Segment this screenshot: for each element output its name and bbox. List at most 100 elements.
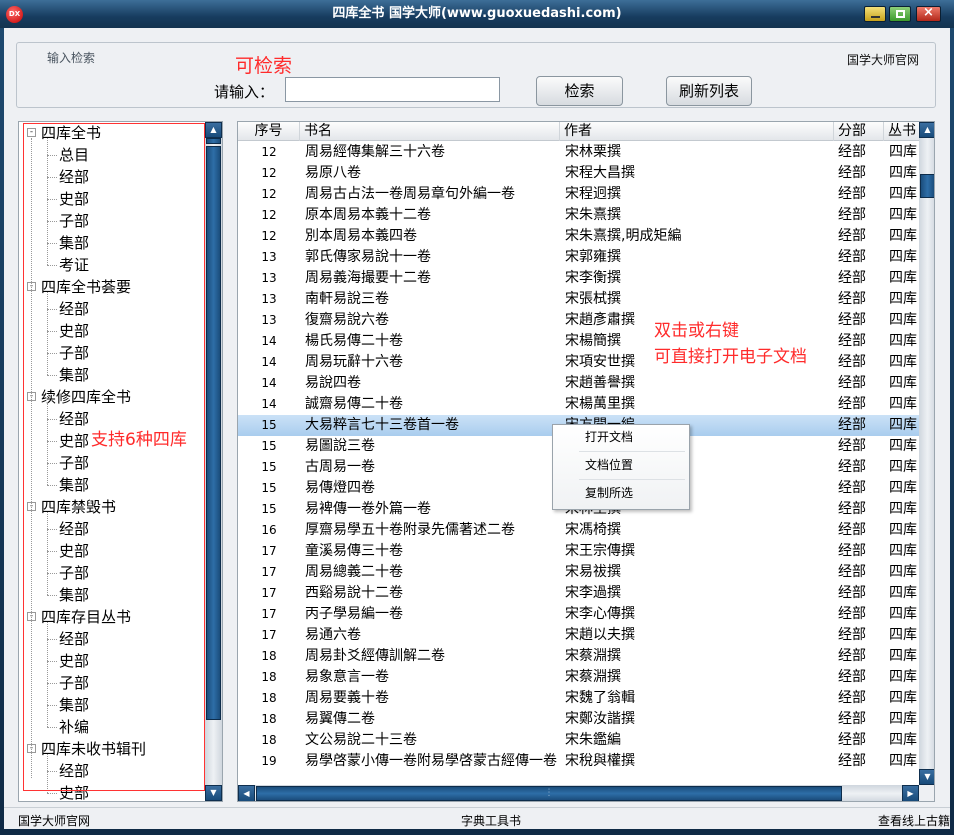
- table-row[interactable]: 13 郭氏傳家易說十一卷 宋郭雍撰 经部 四库: [238, 247, 919, 268]
- table-row[interactable]: 17 童溪易傳三十卷 宋王宗傳撰 经部 四库: [238, 541, 919, 562]
- tree-child-node[interactable]: 子部: [59, 452, 89, 474]
- tree-connector: [47, 771, 57, 772]
- tree-child-node[interactable]: 经部: [59, 298, 89, 320]
- tree-child-node[interactable]: 经部: [59, 408, 89, 430]
- cell-title: 易說四卷: [305, 375, 361, 391]
- scroll-right-arrow-icon[interactable]: ▶: [902, 785, 919, 801]
- grid-vertical-scrollbar[interactable]: ▲ ▼: [919, 122, 934, 785]
- table-row[interactable]: 12 原本周易本義十二卷 宋朱熹撰 经部 四库: [238, 205, 919, 226]
- table-row[interactable]: 14 楊氏易傳二十卷 宋楊簡撰 经部 四库: [238, 331, 919, 352]
- menu-item-open-document[interactable]: 打开文档: [553, 426, 689, 448]
- table-row[interactable]: 17 周易總義二十卷 宋易祓撰 经部 四库: [238, 562, 919, 583]
- table-row[interactable]: 18 周易卦爻經傳訓解二卷 宋蔡淵撰 经部 四库: [238, 646, 919, 667]
- column-header-number[interactable]: 序号: [238, 122, 300, 141]
- table-row[interactable]: 12 周易經傳集解三十六卷 宋林栗撰 经部 四库: [238, 142, 919, 163]
- table-row[interactable]: 14 易說四卷 宋趙善譽撰 经部 四库: [238, 373, 919, 394]
- cell-section: 经部: [838, 648, 866, 664]
- scroll-down-arrow-icon[interactable]: ▼: [205, 785, 222, 801]
- table-row[interactable]: 14 周易玩辭十六卷 宋項安世撰 经部 四库: [238, 352, 919, 373]
- status-official-site-link[interactable]: 国学大师官网: [18, 812, 90, 829]
- tree-root-node[interactable]: 四库存目丛书: [41, 606, 131, 628]
- tree-root-node[interactable]: 续修四库全书: [41, 386, 131, 408]
- official-site-link[interactable]: 国学大师官网: [847, 51, 919, 68]
- collapse-toggle-icon[interactable]: -: [27, 128, 36, 137]
- tree-child-node[interactable]: 子部: [59, 342, 89, 364]
- table-row[interactable]: 19 易學啓蒙小傳一卷附易學啓蒙古經傳一卷 宋稅與權撰 经部 四库: [238, 751, 919, 772]
- refresh-list-button[interactable]: 刷新列表: [666, 76, 752, 106]
- table-row[interactable]: 13 復齋易說六卷 宋趙彥肅撰 经部 四库: [238, 310, 919, 331]
- tree-root-node[interactable]: 四库全书荟要: [41, 276, 131, 298]
- tree-child-node[interactable]: 集部: [59, 364, 89, 386]
- tree-child-node[interactable]: 史部: [59, 320, 89, 342]
- table-row[interactable]: 12 易原八卷 宋程大昌撰 经部 四库: [238, 163, 919, 184]
- table-row[interactable]: 13 南軒易說三卷 宋張栻撰 经部 四库: [238, 289, 919, 310]
- tree-child-node[interactable]: 史部: [59, 650, 89, 672]
- column-header-author[interactable]: 作者: [560, 122, 834, 141]
- tree-child-node[interactable]: 史部: [59, 430, 89, 452]
- tree-root-node[interactable]: 四库全书: [41, 122, 101, 144]
- cell-title: 楊氏易傳二十卷: [305, 333, 403, 349]
- table-row[interactable]: 18 易翼傳二卷 宋鄭汝諧撰 经部 四库: [238, 709, 919, 730]
- tree-scroll-thumb[interactable]: [206, 138, 221, 144]
- table-row[interactable]: 14 誠齋易傳二十卷 宋楊萬里撰 经部 四库: [238, 394, 919, 415]
- table-row[interactable]: 12 別本周易本義四卷 宋朱熹撰,明成矩編 经部 四库: [238, 226, 919, 247]
- table-row[interactable]: 12 周易古占法一卷周易章句外編一卷 宋程迥撰 经部 四库: [238, 184, 919, 205]
- cell-number: 18: [261, 649, 277, 663]
- tree-child-node[interactable]: 总目: [59, 144, 89, 166]
- tree-child-node[interactable]: 史部: [59, 540, 89, 562]
- tree-scrollbar[interactable]: ▲ ▼: [205, 122, 222, 801]
- close-button[interactable]: ×: [916, 5, 941, 22]
- status-dictionary-link[interactable]: 字典工具书: [461, 812, 521, 829]
- tree-child-node[interactable]: 经部: [59, 518, 89, 540]
- scroll-down-arrow-icon[interactable]: ▼: [919, 769, 934, 785]
- tree-child-node[interactable]: 集部: [59, 474, 89, 496]
- grid-hscroll-thumb[interactable]: ⋮: [256, 786, 842, 801]
- tree-scroll-track-fill[interactable]: [206, 146, 221, 720]
- tree-root-node[interactable]: 四库未收书辑刊: [41, 738, 146, 760]
- menu-item-copy-selection[interactable]: 复制所选: [553, 482, 689, 504]
- cell-section: 经部: [838, 291, 866, 307]
- tree-child-node[interactable]: 子部: [59, 210, 89, 232]
- tree-child-node[interactable]: 史部: [59, 188, 89, 210]
- table-row[interactable]: 17 丙子學易編一卷 宋李心傳撰 经部 四库: [238, 604, 919, 625]
- table-row[interactable]: 13 周易義海撮要十二卷 宋李衡撰 经部 四库: [238, 268, 919, 289]
- tree-child-node[interactable]: 史部: [59, 782, 89, 801]
- maximize-button[interactable]: [889, 6, 911, 22]
- cell-section: 经部: [838, 333, 866, 349]
- cell-title: 易裨傳一卷外篇一卷: [305, 501, 431, 517]
- tree-child-node[interactable]: 子部: [59, 562, 89, 584]
- scroll-up-arrow-icon[interactable]: ▲: [205, 122, 222, 138]
- scroll-left-arrow-icon[interactable]: ◀: [238, 785, 255, 801]
- tree-child-node[interactable]: 考证: [59, 254, 89, 276]
- cell-series: 四库: [889, 207, 917, 223]
- cell-author: 宋朱鑑編: [565, 732, 621, 748]
- tree-child-node[interactable]: 子部: [59, 672, 89, 694]
- tree-child-node[interactable]: 集部: [59, 584, 89, 606]
- tree-child-node[interactable]: 集部: [59, 232, 89, 254]
- tree-child-node[interactable]: 补编: [59, 716, 89, 738]
- tree-child-node[interactable]: 经部: [59, 166, 89, 188]
- column-header-title[interactable]: 书名: [300, 122, 560, 141]
- tree-child-node[interactable]: 经部: [59, 760, 89, 782]
- tree-child-node[interactable]: 集部: [59, 694, 89, 716]
- column-header-section[interactable]: 分部: [834, 122, 884, 141]
- tree-root-node[interactable]: 四库禁毁书: [41, 496, 116, 518]
- table-row[interactable]: 18 易象意言一卷 宋蔡淵撰 经部 四库: [238, 667, 919, 688]
- table-row[interactable]: 17 易通六卷 宋趙以夫撰 经部 四库: [238, 625, 919, 646]
- grid-horizontal-scrollbar[interactable]: ◀ ⋮ ▶: [238, 785, 919, 801]
- table-row[interactable]: 18 文公易說二十三卷 宋朱鑑編 经部 四库: [238, 730, 919, 751]
- table-row[interactable]: 17 西谿易說十二卷 宋李過撰 经部 四库: [238, 583, 919, 604]
- cell-number: 17: [261, 544, 277, 558]
- minimize-button[interactable]: [864, 6, 886, 22]
- table-row[interactable]: 16 厚齋易學五十卷附录先儒著述二卷 宋馮椅撰 经部 四库: [238, 520, 919, 541]
- grid-scroll-thumb[interactable]: [920, 174, 934, 198]
- title-bar[interactable]: DX 四库全书 国学大师(www.guoxuedashi.com) ×: [0, 0, 954, 28]
- table-row[interactable]: 18 周易要義十卷 宋魏了翁輯 经部 四库: [238, 688, 919, 709]
- search-button[interactable]: 检索: [536, 76, 623, 106]
- column-header-series[interactable]: 丛书: [884, 122, 924, 141]
- search-input[interactable]: [285, 77, 500, 102]
- menu-item-document-location[interactable]: 文档位置: [553, 454, 689, 476]
- scroll-up-arrow-icon[interactable]: ▲: [919, 122, 934, 138]
- tree-child-node[interactable]: 经部: [59, 628, 89, 650]
- status-online-books-link[interactable]: 查看线上古籍: [878, 812, 950, 829]
